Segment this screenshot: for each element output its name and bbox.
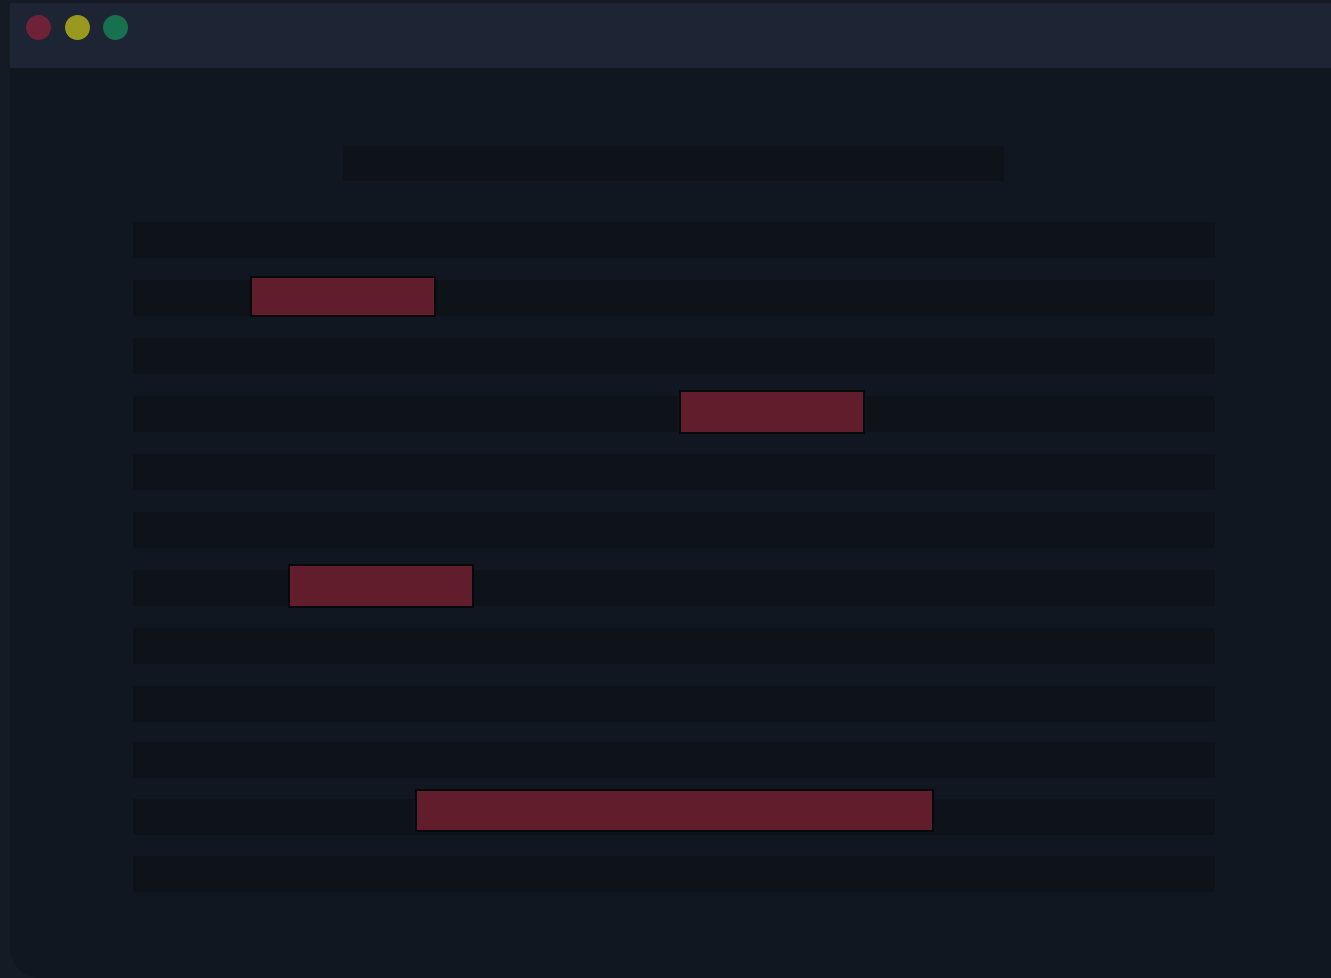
app-window bbox=[10, 3, 1331, 978]
highlight-block bbox=[250, 276, 436, 317]
content-row bbox=[133, 454, 1215, 490]
close-button[interactable] bbox=[26, 15, 51, 40]
content-row bbox=[133, 856, 1215, 892]
highlight-block bbox=[415, 789, 934, 832]
minimize-button[interactable] bbox=[65, 15, 90, 40]
content-row bbox=[133, 686, 1215, 722]
highlight-block bbox=[679, 390, 865, 434]
content-row bbox=[133, 222, 1215, 258]
content-row bbox=[133, 276, 1215, 317]
content-row bbox=[133, 742, 1215, 778]
content-row bbox=[133, 390, 1215, 434]
title-bar bbox=[10, 3, 1331, 68]
content-row bbox=[133, 338, 1215, 374]
content-row bbox=[133, 564, 1215, 608]
maximize-button[interactable] bbox=[103, 15, 128, 40]
content-row bbox=[133, 512, 1215, 548]
content-row bbox=[133, 628, 1215, 664]
highlight-block bbox=[288, 564, 474, 608]
page-title-placeholder bbox=[343, 146, 1004, 181]
content-row bbox=[133, 789, 1215, 835]
